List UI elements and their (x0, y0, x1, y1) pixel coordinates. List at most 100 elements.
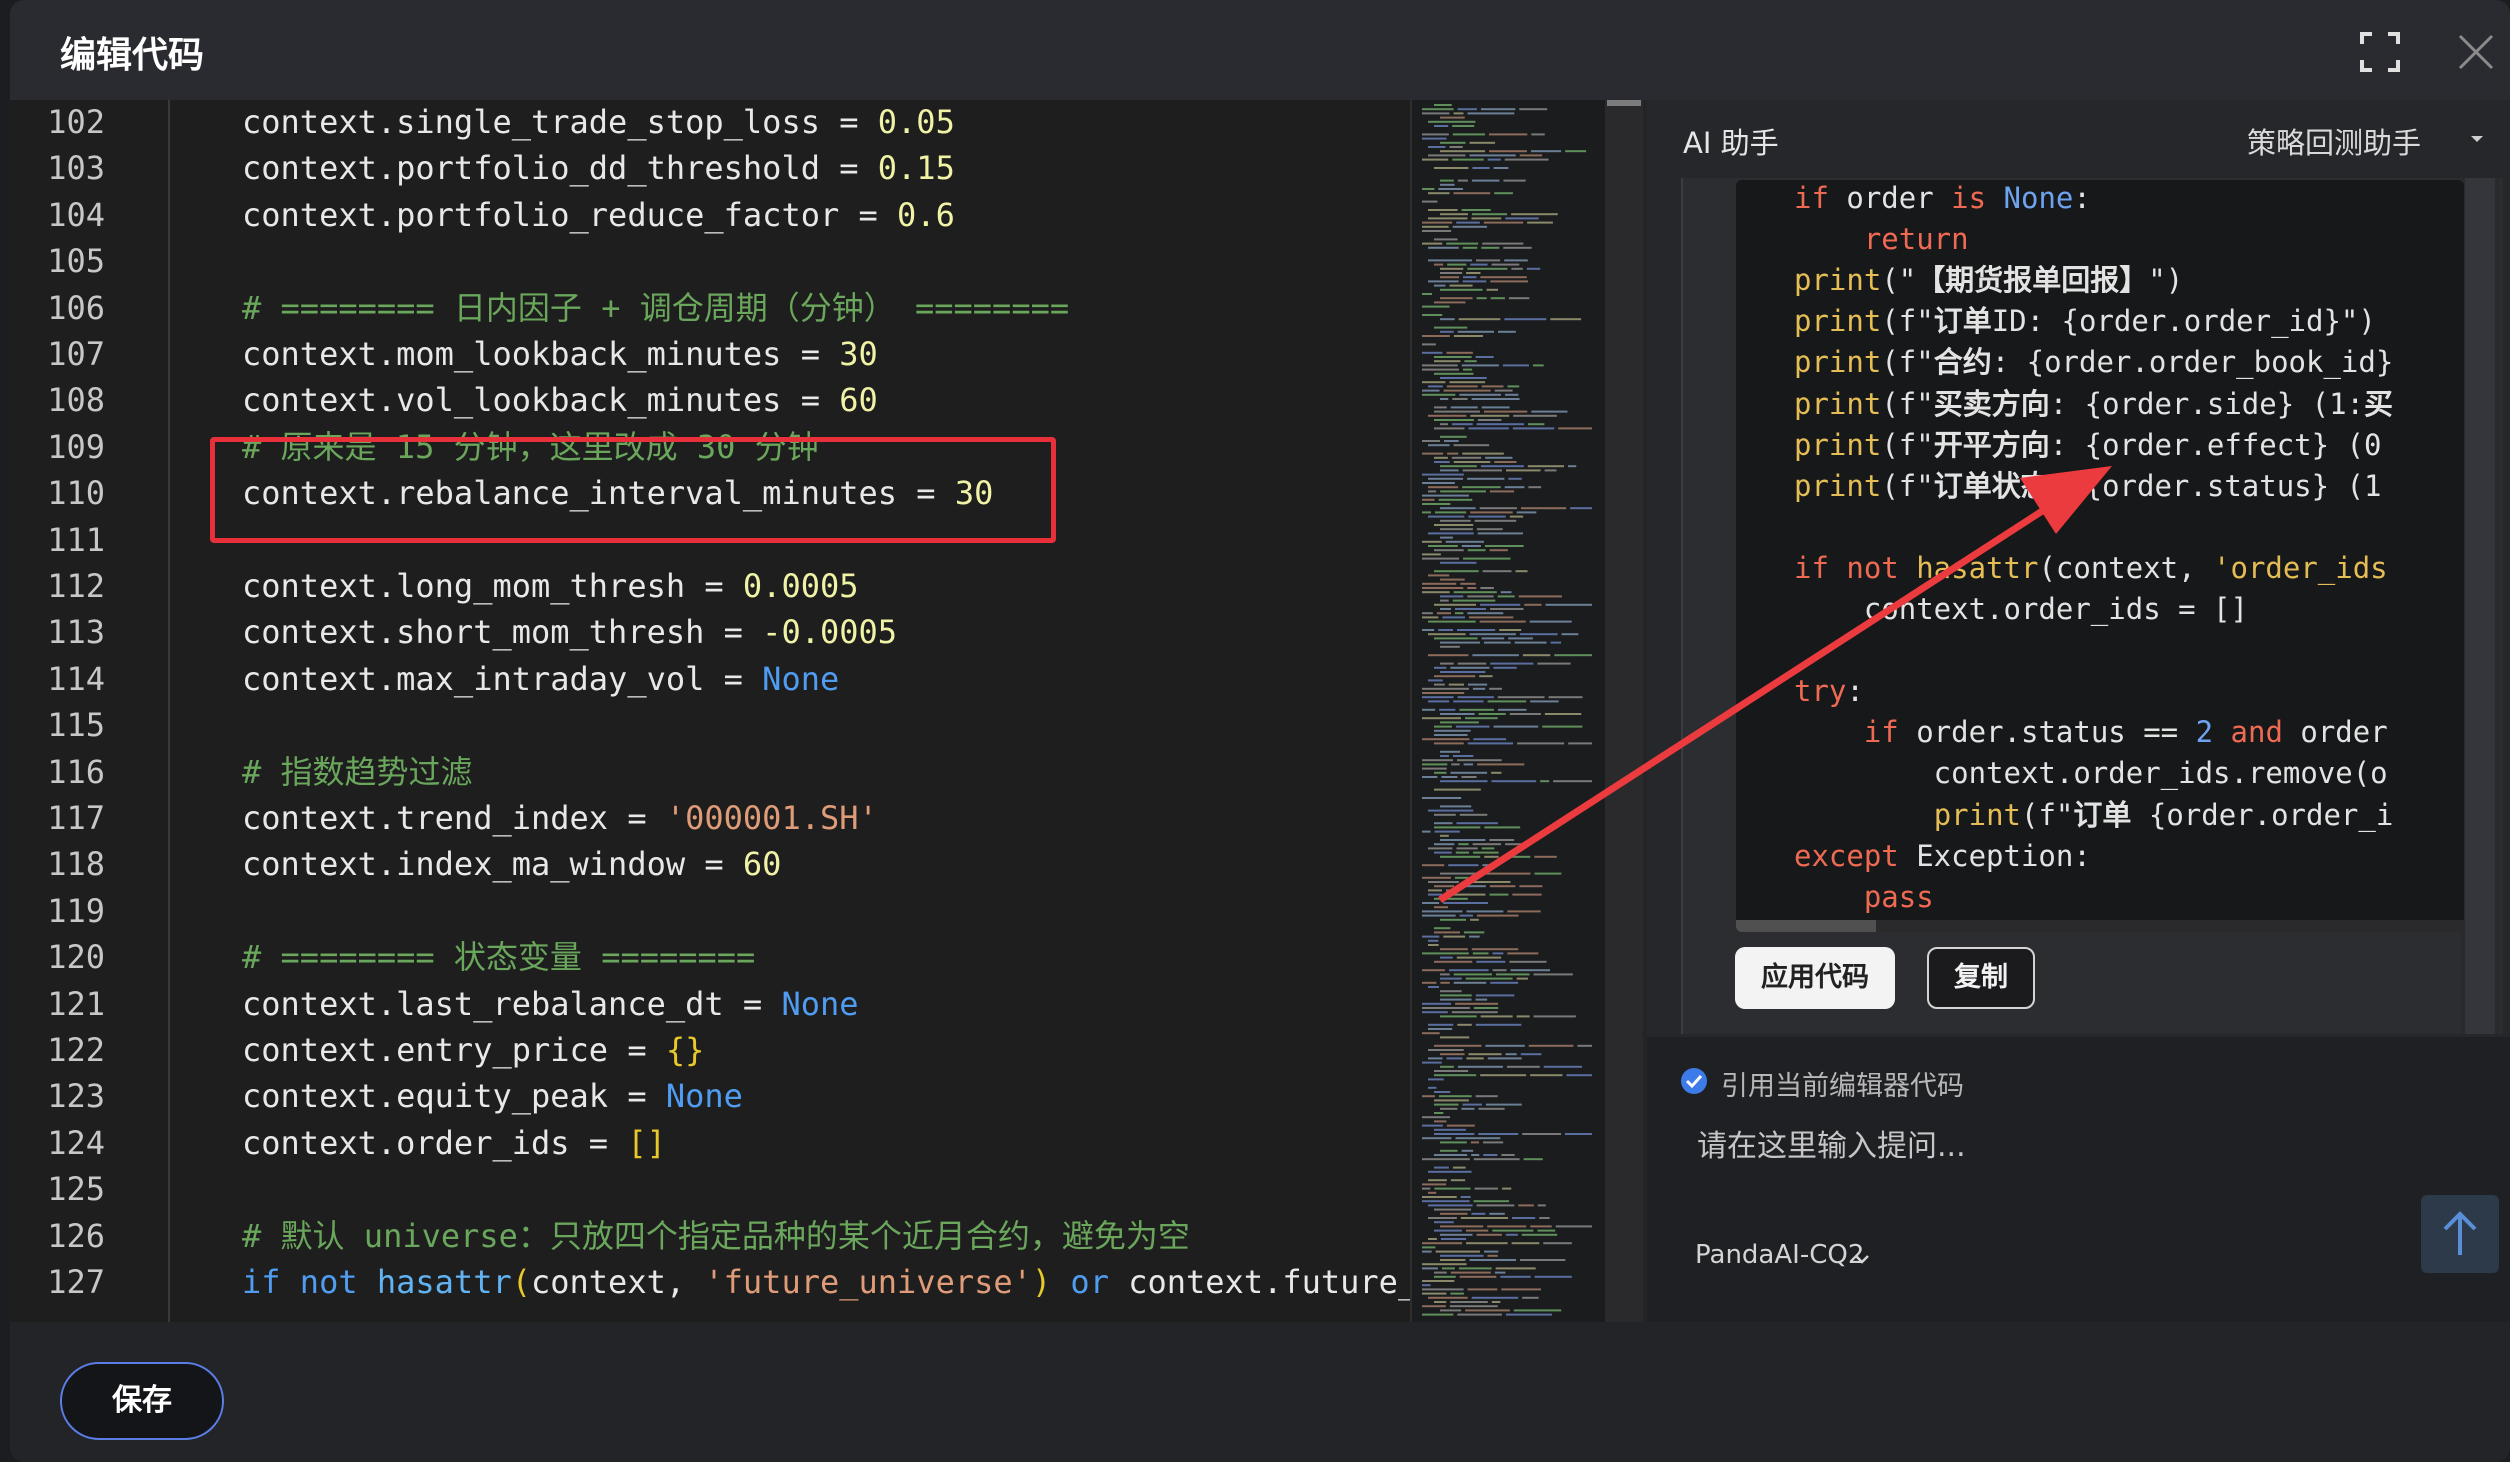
editor-scrollbar-thumb[interactable] (1607, 100, 1641, 106)
code-line[interactable]: 125 (10, 1166, 1410, 1212)
code-text: context.short_mom_thresh = -0.0005 (242, 609, 897, 655)
minimap-line (1490, 297, 1505, 300)
minimap-line (1503, 179, 1526, 182)
minimap-line (1428, 700, 1450, 703)
minimap-line (1570, 507, 1592, 510)
minimap-line (1434, 1099, 1469, 1102)
line-number: 125 (47, 1170, 105, 1209)
minimap-line (1456, 822, 1498, 825)
minimap-line (1422, 1246, 1436, 1249)
minimap-line (1490, 662, 1534, 665)
minimap-line (1440, 713, 1475, 715)
minimap-line (1422, 981, 1437, 984)
minimap-line (1492, 1229, 1534, 1232)
code-block-scrollbar-thumb[interactable] (1736, 920, 1876, 932)
minimap-line (1463, 763, 1474, 766)
minimap-line (1440, 213, 1468, 216)
apply-code-button[interactable]: 应用代码 (1735, 947, 1895, 1009)
minimap-line (1471, 1212, 1486, 1215)
code-line[interactable]: 107 context.mom_lookback_minutes = 30 (10, 331, 1410, 377)
question-input[interactable] (1695, 1110, 2399, 1182)
minimap-line (1565, 150, 1587, 153)
minimap-line (1529, 620, 1572, 623)
minimap-line (1487, 158, 1501, 161)
code-token: print (1933, 797, 2021, 832)
editor-scrollbar[interactable] (1605, 100, 1643, 1322)
code-text: # 默认 universe：只放四个指定品种的某个近月合约，避免为空 (242, 1213, 1190, 1259)
code-line[interactable]: 116 # 指数趋势过滤 (10, 749, 1410, 795)
minimap-line (1422, 494, 1469, 497)
minimap-line (1434, 788, 1481, 791)
minimap-line (1422, 230, 1452, 232)
code-line[interactable]: 123 context.equity_peak = None (10, 1073, 1410, 1119)
model-select[interactable]: PandaAI-CQ2 (1695, 1240, 1864, 1270)
code-text: context.vol_lookback_minutes = 60 (242, 377, 878, 423)
minimap-line (1484, 855, 1499, 858)
code-token: 订单 (2073, 797, 2132, 832)
code-line[interactable]: 113 context.short_mom_thresh = -0.0005 (10, 609, 1410, 655)
minimap-line (1469, 1259, 1517, 1261)
code-line[interactable]: 117 context.trend_index = '000001.SH' (10, 795, 1410, 841)
minimap-line (1422, 393, 1456, 396)
code-line[interactable]: 108 context.vol_lookback_minutes = 60 (10, 377, 1410, 423)
code-token: None (2003, 181, 2074, 215)
code-token: hasattr (1916, 550, 2039, 585)
copy-button[interactable]: 复制 (1927, 947, 2035, 1009)
code-line[interactable]: 118 context.index_ma_window = 60 (10, 841, 1410, 887)
minimap-line (1462, 280, 1487, 283)
code-line[interactable]: 122 context.entry_price = {} (10, 1027, 1410, 1073)
fullscreen-icon[interactable] (2358, 30, 2402, 74)
minimap-line (1489, 839, 1515, 841)
minimap-line (1440, 398, 1449, 400)
minimap-line (1422, 482, 1455, 484)
chevron-down-icon[interactable] (2465, 130, 2489, 148)
minimap-line (1470, 511, 1513, 514)
send-button[interactable] (2421, 1195, 2499, 1273)
chevron-down-icon[interactable] (1853, 1252, 1871, 1266)
minimap-line (1468, 1053, 1502, 1056)
reference-editor-code-label[interactable]: 引用当前编辑器代码 (1721, 1064, 1964, 1103)
code-line[interactable]: 106 # ======== 日内因子 + 调仓周期（分钟） ======== (10, 285, 1410, 331)
code-line[interactable]: 103 context.portfolio_dd_threshold = 0.15 (10, 145, 1410, 191)
code-token: Exception: (1916, 838, 2091, 873)
code-line[interactable]: 104 context.portfolio_reduce_factor = 0.6 (10, 192, 1410, 238)
code-line[interactable]: 105 (10, 238, 1410, 284)
code-line[interactable]: 121 context.last_rebalance_dt = None (10, 981, 1410, 1027)
checkbox-checked-icon[interactable] (1679, 1066, 1709, 1096)
code-line[interactable]: 127 if not hasattr(context, 'future_unive… (10, 1259, 1410, 1305)
minimap-line (1463, 276, 1477, 279)
code-line[interactable]: 112 context.long_mom_thresh = 0.0005 (10, 563, 1410, 609)
minimap-line (1422, 910, 1463, 913)
dialog-footer (10, 1322, 2510, 1462)
chat-scrollbar-thumb[interactable] (2465, 178, 2495, 1034)
minimap-line (1550, 641, 1562, 644)
minimap-line (1428, 532, 1474, 535)
close-icon[interactable] (2454, 30, 2498, 74)
dialog-header: 编辑代码 (10, 0, 2510, 100)
minimap-line (1440, 1036, 1470, 1039)
minimap-line (1450, 1292, 1464, 1295)
code-line[interactable]: 126 # 默认 universe：只放四个指定品种的某个近月合约，避免为空 (10, 1213, 1410, 1259)
minimap-line (1440, 183, 1455, 186)
assistant-mode-select[interactable]: 策略回测助手 (2247, 120, 2421, 162)
code-line[interactable]: 114 context.max_intraday_vol = None (10, 656, 1410, 702)
minimap-line (1479, 620, 1526, 623)
minimap-line (1428, 1078, 1444, 1081)
code-line[interactable]: 124 context.order_ids = [] (10, 1120, 1410, 1166)
minimap-line (1467, 612, 1504, 615)
save-button[interactable]: 保存 (60, 1362, 224, 1440)
minimap-line (1490, 981, 1519, 984)
code-line[interactable]: 115 (10, 702, 1410, 748)
minimap-line (1483, 1141, 1504, 1144)
code-token: (f" (1881, 345, 1934, 380)
minimap-line (1522, 654, 1551, 657)
minimap-line (1489, 687, 1502, 690)
minimap-line (1472, 952, 1489, 955)
code-line[interactable]: 120 # ======== 状态变量 ======== (10, 934, 1410, 980)
code-line[interactable]: 102 context.single_trade_stop_loss = 0.05 (10, 100, 1410, 145)
ai-panel-title: AI 助手 (1683, 126, 1779, 160)
code-line[interactable]: 119 (10, 888, 1410, 934)
code-editor[interactable]: 102 context.single_trade_stop_loss = 0.05… (10, 100, 1410, 1322)
minimap-line (1509, 960, 1547, 963)
code-token: except (1794, 838, 1917, 873)
